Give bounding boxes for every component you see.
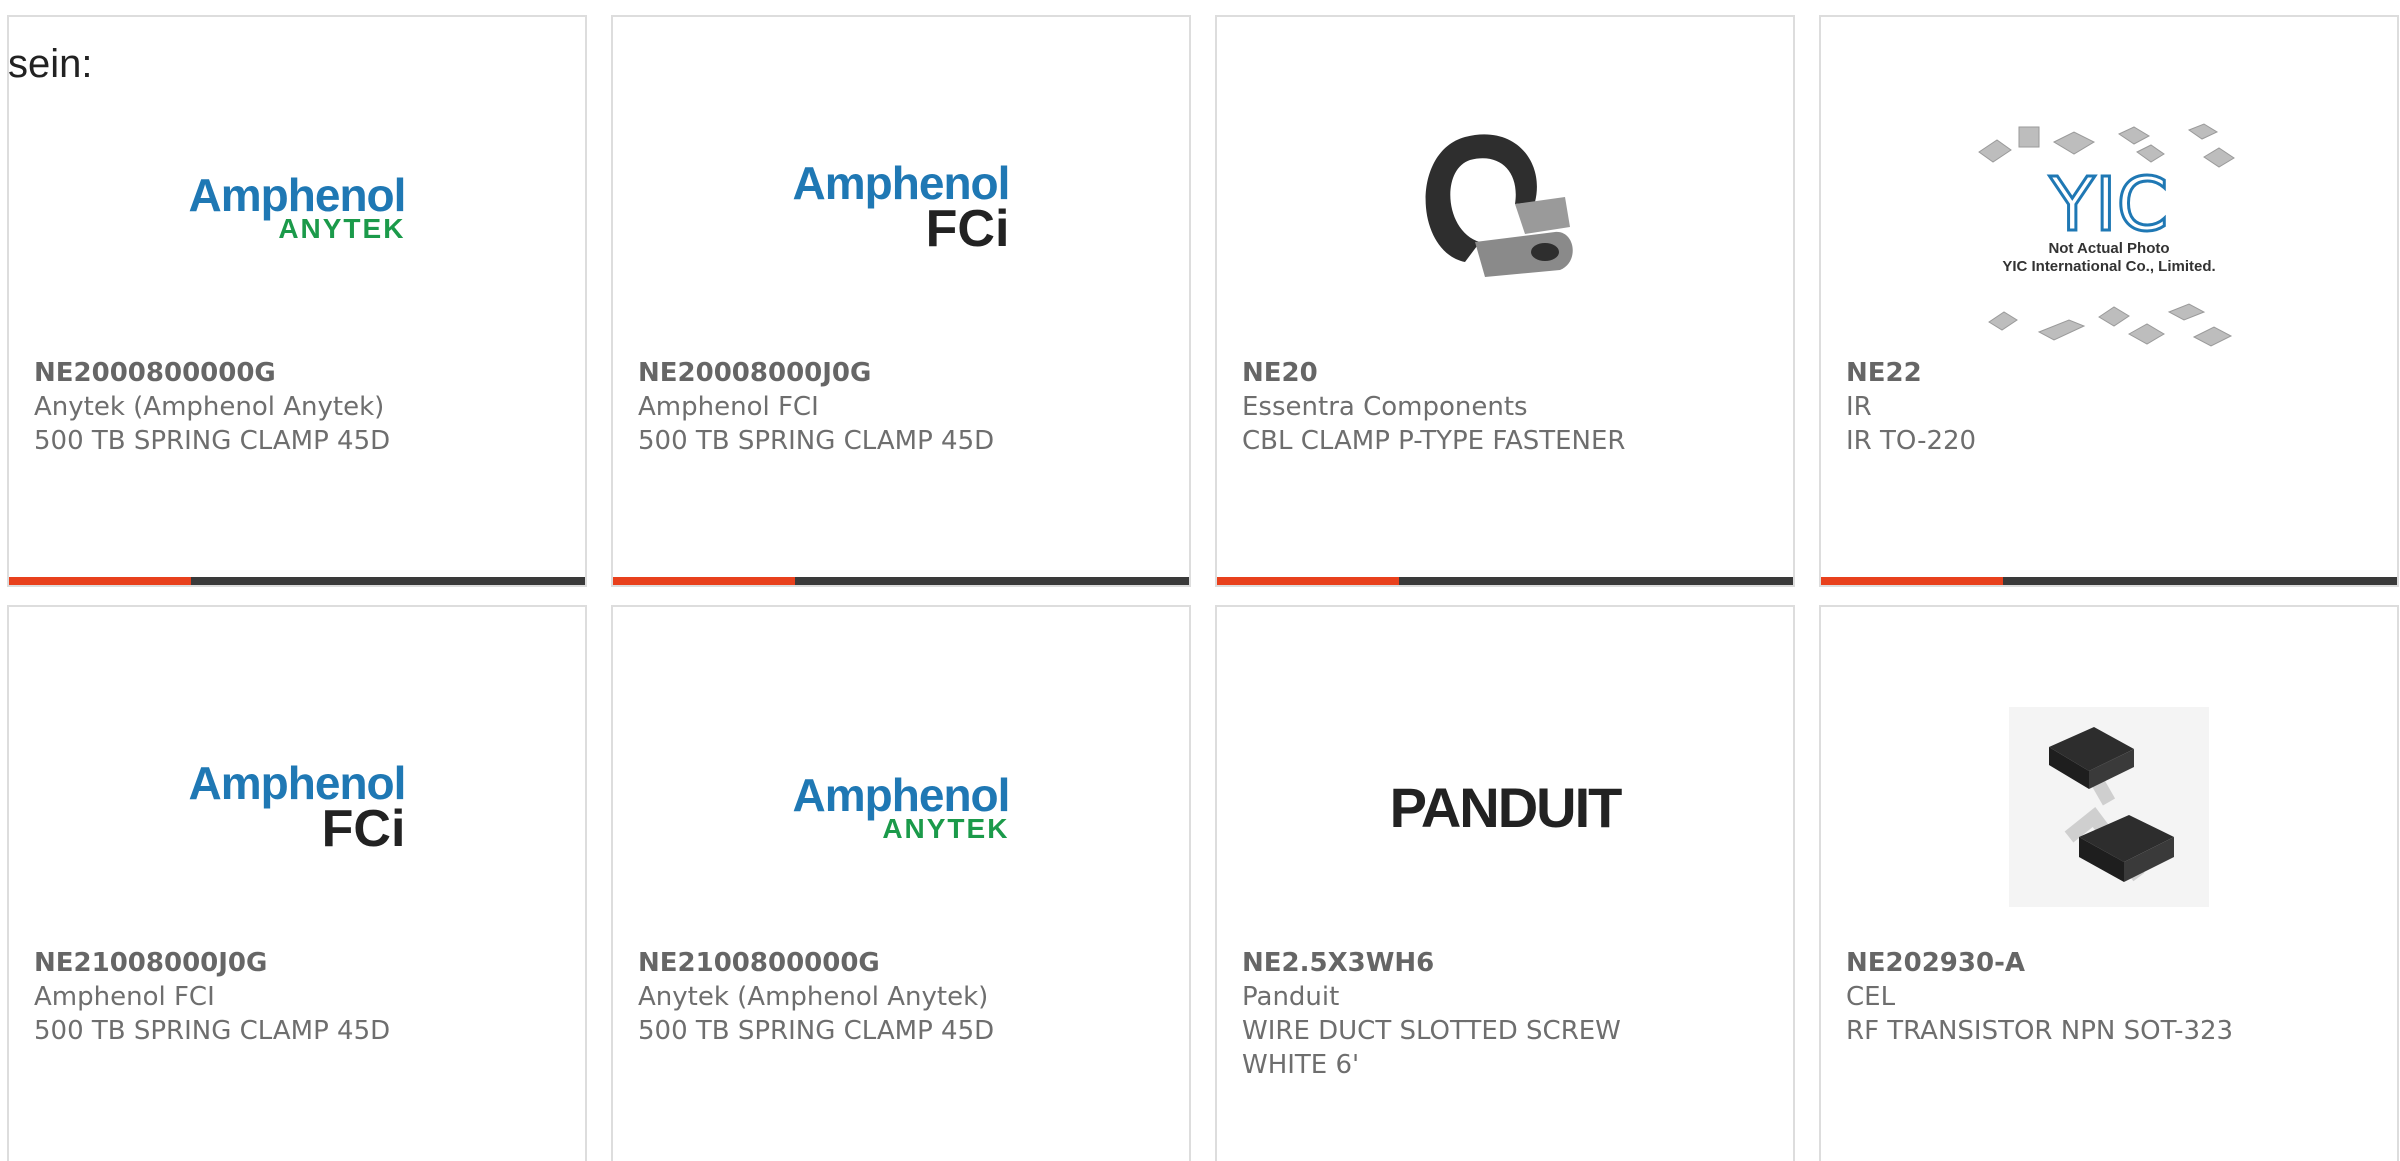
part-number-link[interactable]: NE21008000J0G bbox=[34, 946, 565, 980]
manufacturer-name: Anytek (Amphenol Anytek) bbox=[34, 392, 385, 422]
yic-caption-line-1: Not Actual Photo bbox=[2048, 240, 2170, 257]
product-card[interactable]: Amphenol ANYTEK NE2000800000G Anytek (Am… bbox=[7, 15, 587, 587]
card-bottom-bar bbox=[1821, 577, 2397, 585]
card-bottom-bar bbox=[613, 577, 1189, 585]
part-number-link[interactable]: NE22 bbox=[1846, 356, 2377, 390]
product-grid-page: sein: Amphenol ANYTEK NE2000800000G Anyt… bbox=[0, 0, 2400, 1161]
card-accent-bar bbox=[9, 577, 191, 585]
manufacturer-name: Amphenol FCI bbox=[638, 392, 819, 422]
part-number-link[interactable]: NE202930-A bbox=[1846, 946, 2377, 980]
product-card[interactable]: PANDUIT NE2.5X3WH6 Panduit WIRE DUCT SLO… bbox=[1215, 605, 1795, 1161]
product-info: NE2.5X3WH6 Panduit WIRE DUCT SLOTTED SCR… bbox=[1242, 946, 1773, 1082]
product-description: CBL CLAMP P-TYPE FASTENER bbox=[1242, 426, 1626, 456]
amphenol-fci-logo: Amphenol FCi bbox=[792, 157, 1011, 258]
manufacturer-name: Panduit bbox=[1242, 982, 1340, 1012]
product-info: NE2000800000G Anytek (Amphenol Anytek) 5… bbox=[34, 356, 565, 458]
part-number-link[interactable]: NE20008000J0G bbox=[638, 356, 1169, 390]
product-description: 500 TB SPRING CLAMP 45D bbox=[34, 1016, 391, 1046]
product-image[interactable] bbox=[1217, 57, 1793, 357]
product-info: NE20 Essentra Components CBL CLAMP P-TYP… bbox=[1242, 356, 1773, 458]
product-image[interactable]: Amphenol ANYTEK bbox=[9, 57, 585, 357]
product-card[interactable]: Amphenol FCi NE20008000J0G Amphenol FCI … bbox=[611, 15, 1191, 587]
product-card[interactable]: NE20 Essentra Components CBL CLAMP P-TYP… bbox=[1215, 15, 1795, 587]
part-number-link[interactable]: NE20 bbox=[1242, 356, 1773, 390]
product-info: NE21008000J0G Amphenol FCI 500 TB SPRING… bbox=[34, 946, 565, 1048]
product-image[interactable]: YIC Not Actual Photo YIC International C… bbox=[1821, 97, 2397, 377]
card-accent-bar bbox=[1217, 577, 1399, 585]
part-number-link[interactable]: NE2100800000G bbox=[638, 946, 1169, 980]
manufacturer-name: Amphenol FCI bbox=[34, 982, 215, 1012]
lead-text: sein: bbox=[8, 42, 93, 86]
product-info: NE22 IR IR TO-220 bbox=[1846, 356, 2377, 458]
amphenol-fci-logo: Amphenol FCi bbox=[188, 757, 407, 858]
cable-clamp-photo bbox=[1425, 134, 1573, 277]
product-description: RF TRANSISTOR NPN SOT-323 bbox=[1846, 1016, 2234, 1046]
part-number-link[interactable]: NE2.5X3WH6 bbox=[1242, 946, 1773, 980]
product-description: 500 TB SPRING CLAMP 45D bbox=[34, 426, 391, 456]
product-description: WHITE 6' bbox=[1242, 1050, 1360, 1080]
product-info: NE20008000J0G Amphenol FCI 500 TB SPRING… bbox=[638, 356, 1169, 458]
card-bottom-bar bbox=[9, 577, 585, 585]
card-bottom-bar bbox=[1217, 577, 1793, 585]
product-description: WIRE DUCT SLOTTED SCREW bbox=[1242, 1016, 1621, 1046]
chip-packages-icon: YIC bbox=[1978, 123, 2235, 347]
amphenol-anytek-logo: Amphenol ANYTEK bbox=[188, 169, 407, 244]
product-info: NE2100800000G Anytek (Amphenol Anytek) 5… bbox=[638, 946, 1169, 1048]
product-image[interactable]: Amphenol FCi bbox=[613, 57, 1189, 357]
sot323-transistor-photo bbox=[2009, 707, 2209, 907]
part-number-link[interactable]: NE2000800000G bbox=[34, 356, 565, 390]
product-card[interactable]: Amphenol FCi NE21008000J0G Amphenol FCI … bbox=[7, 605, 587, 1161]
yic-not-actual-photo: YIC Not Actual Photo YIC International C… bbox=[1969, 112, 2249, 362]
product-image[interactable]: Amphenol FCi bbox=[9, 657, 585, 957]
product-image[interactable] bbox=[1821, 657, 2397, 957]
product-card[interactable]: YIC Not Actual Photo YIC International C… bbox=[1819, 15, 2399, 587]
product-image[interactable]: Amphenol ANYTEK bbox=[613, 657, 1189, 957]
svg-text:YIC: YIC bbox=[2049, 162, 2169, 248]
manufacturer-name: Essentra Components bbox=[1242, 392, 1528, 422]
product-image[interactable]: PANDUIT bbox=[1217, 657, 1793, 957]
product-card[interactable]: NE202930-A CEL RF TRANSISTOR NPN SOT-323 bbox=[1819, 605, 2399, 1161]
manufacturer-name: Anytek (Amphenol Anytek) bbox=[638, 982, 989, 1012]
product-description: 500 TB SPRING CLAMP 45D bbox=[638, 1016, 995, 1046]
product-description: 500 TB SPRING CLAMP 45D bbox=[638, 426, 995, 456]
product-card[interactable]: Amphenol ANYTEK NE2100800000G Anytek (Am… bbox=[611, 605, 1191, 1161]
product-description: IR TO-220 bbox=[1846, 426, 1977, 456]
manufacturer-name: CEL bbox=[1846, 982, 1896, 1012]
card-accent-bar bbox=[613, 577, 795, 585]
card-accent-bar bbox=[1821, 577, 2003, 585]
manufacturer-name: IR bbox=[1846, 392, 1872, 422]
amphenol-anytek-logo: Amphenol ANYTEK bbox=[792, 769, 1011, 844]
product-info: NE202930-A CEL RF TRANSISTOR NPN SOT-323 bbox=[1846, 946, 2377, 1048]
yic-caption-line-2: YIC International Co., Limited. bbox=[2002, 258, 2216, 275]
panduit-logo: PANDUIT bbox=[1389, 775, 1623, 839]
